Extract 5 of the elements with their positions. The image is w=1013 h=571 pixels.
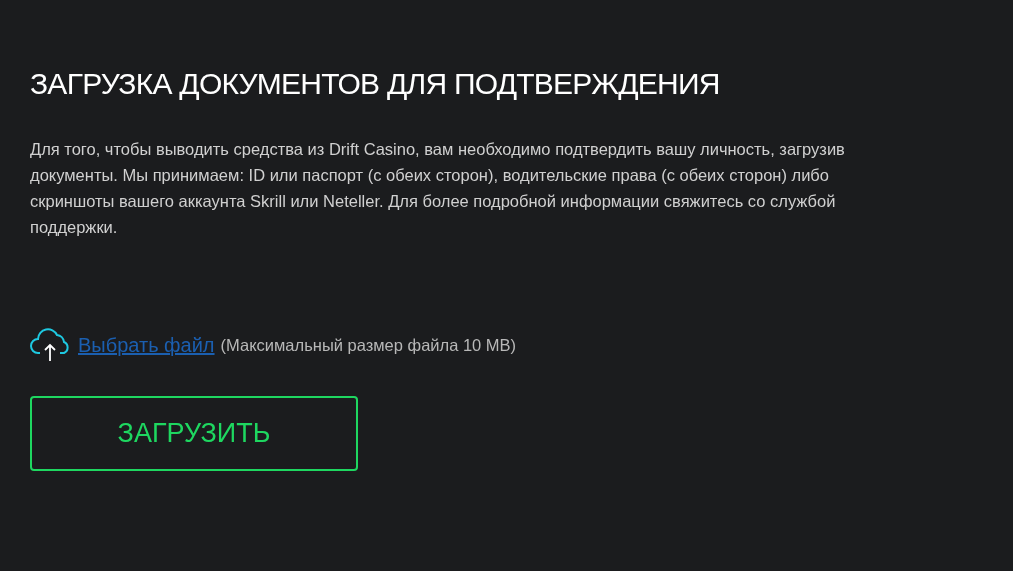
page-title: ЗАГРУЗКА ДОКУМЕНТОВ ДЛЯ ПОДТВЕРЖДЕНИЯ (30, 66, 721, 102)
description-text: Для того, чтобы выводить средства из Drift Casino, вам необходимо подтвердить вашу личность, загрузив документы. Мы принимаем: ID или паспорт (с обеих сторон), водительские права (с обеих сторон) либо скриншоты вашего аккаунта Skrill или Neteller. Для более подробной информации свяжитесь со службой поддержки. (30, 139, 846, 238)
file-size-hint: (Максимальный размер файла 10 MB) (220, 334, 517, 356)
cloud-upload-icon (30, 328, 72, 362)
upload-button[interactable]: ЗАГРУЗИТЬ (30, 396, 358, 471)
